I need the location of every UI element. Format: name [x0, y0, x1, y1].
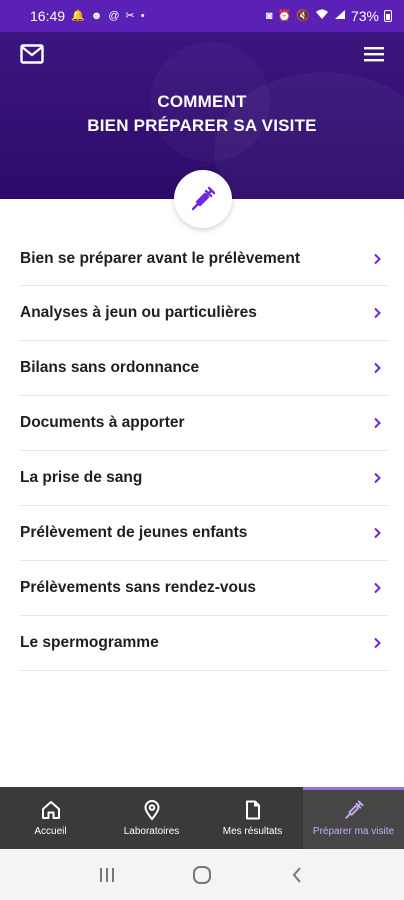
mail-button[interactable]: [20, 44, 46, 66]
menu-icon: [364, 47, 384, 62]
system-navigation-bar: [0, 849, 404, 900]
mail-icon: [20, 44, 44, 64]
tab-label: Laboratoires: [123, 826, 180, 837]
page-title: COMMENT BIEN PRÉPARER SA VISITE: [0, 90, 404, 138]
status-bar: 16:49 🔔 ☻ @ ✂ • ◙ ⏰ 🔇 73%: [0, 0, 404, 32]
list-item-label: Le spermogramme: [20, 634, 159, 651]
list-item-fasting-analyses[interactable]: Analyses à jeun ou particulières: [20, 286, 388, 341]
battery-percent: 73%: [350, 8, 379, 24]
back-button[interactable]: [285, 863, 309, 887]
tab-label: Accueil: [34, 826, 67, 837]
tab-label: Mes résultats: [222, 826, 283, 837]
dot-icon: •: [140, 9, 145, 22]
tab-results[interactable]: Mes résultats: [202, 787, 303, 849]
battery-icon: [384, 10, 392, 22]
tab-label: Préparer ma visite: [312, 826, 395, 837]
chevron-right-icon: [374, 527, 381, 539]
list-item-walk-in[interactable]: Prélèvements sans rendez-vous: [20, 561, 388, 616]
chevron-right-icon: [374, 472, 381, 484]
list-item-blood-test[interactable]: La prise de sang: [20, 451, 388, 506]
list-item-documents[interactable]: Documents à apporter: [20, 396, 388, 451]
alarm-icon: 🔔: [71, 9, 85, 22]
list-item-label: Prélèvement de jeunes enfants: [20, 524, 248, 541]
chevron-right-icon: [374, 362, 381, 374]
hamburger-menu-button[interactable]: [364, 46, 386, 64]
chevron-right-icon: [374, 417, 381, 429]
mute-icon: 🔇: [296, 9, 310, 22]
list-item-spermogram[interactable]: Le spermogramme: [20, 616, 388, 671]
list-item-label: Bilans sans ordonnance: [20, 359, 200, 376]
back-icon: [292, 866, 301, 883]
list-item-preparation[interactable]: Bien se préparer avant le prélèvement: [20, 232, 388, 286]
location-pin-icon: [143, 800, 160, 821]
home-icon: [41, 801, 60, 819]
tab-laboratories[interactable]: Laboratoires: [101, 787, 202, 849]
alarm-clock-icon: ⏰: [277, 9, 292, 22]
header-badge: [174, 170, 232, 228]
chevron-right-icon: [374, 253, 381, 264]
syringe-icon: [191, 186, 216, 211]
face-icon: ☻: [90, 9, 103, 22]
syringe-icon: [344, 800, 364, 819]
tab-home[interactable]: Accueil: [0, 787, 101, 849]
bottom-navigation: Accueil Laboratoires Mes résultats Prépa…: [0, 787, 404, 849]
list-item-no-prescription[interactable]: Bilans sans ordonnance: [20, 341, 388, 396]
list-item-label: Prélèvements sans rendez-vous: [20, 579, 257, 596]
list-item-label: Bien se préparer avant le prélèvement: [20, 249, 300, 267]
list-item-label: Documents à apporter: [20, 414, 185, 431]
wifi-icon: [315, 9, 329, 23]
tab-prepare-visit[interactable]: Préparer ma visite: [303, 787, 404, 849]
list-item-young-children[interactable]: Prélèvement de jeunes enfants: [20, 506, 388, 561]
chevron-right-icon: [374, 637, 381, 649]
scissors-icon: ✂: [125, 9, 135, 22]
chevron-right-icon: [374, 307, 381, 319]
chevron-right-icon: [374, 582, 381, 594]
home-circle-icon: [192, 865, 211, 884]
recent-apps-icon: [100, 867, 115, 882]
nfc-icon: ◙: [265, 9, 273, 22]
signal-icon: [334, 9, 346, 23]
list-item-label: La prise de sang: [20, 469, 143, 486]
recent-apps-button[interactable]: [95, 863, 119, 887]
status-time: 16:49: [30, 8, 66, 24]
visit-topics-list: Bien se préparer avant le prélèvement An…: [0, 232, 404, 671]
page-title-line2: BIEN PRÉPARER SA VISITE: [87, 116, 317, 135]
document-icon: [245, 800, 260, 820]
at-icon: @: [108, 9, 120, 22]
list-item-label: Analyses à jeun ou particulières: [20, 304, 257, 321]
page-title-line1: COMMENT: [157, 92, 247, 111]
home-button[interactable]: [190, 863, 214, 887]
